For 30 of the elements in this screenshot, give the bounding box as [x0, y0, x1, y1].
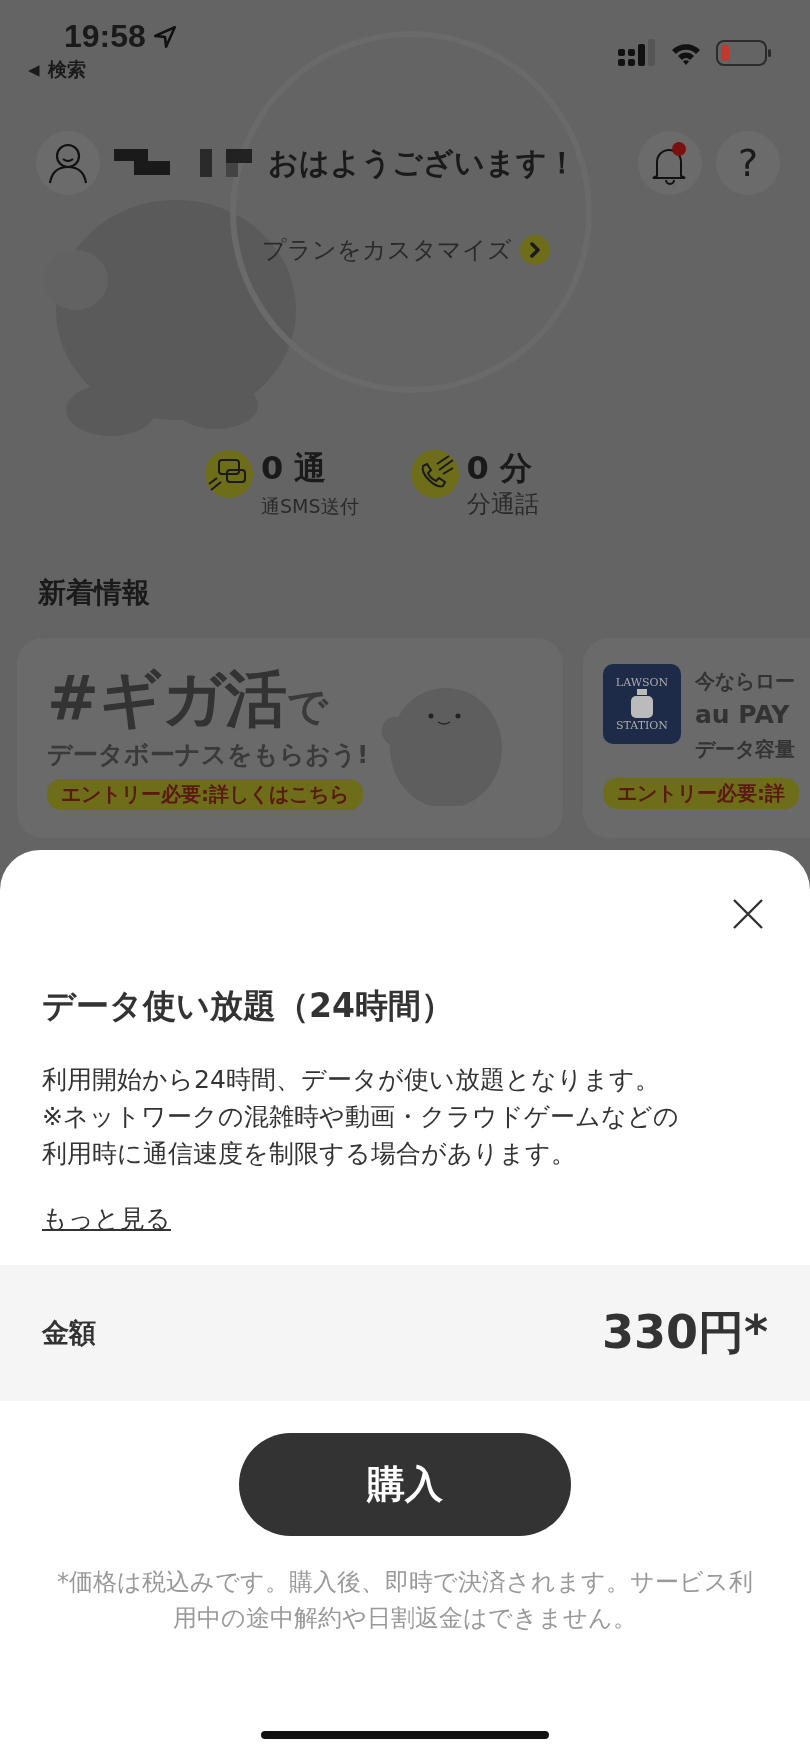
- back-link[interactable]: 検索: [47, 57, 86, 83]
- entry-badge: エントリー必要:詳: [603, 778, 799, 809]
- person-icon: [48, 142, 88, 184]
- stat-value: 0 通: [261, 448, 328, 488]
- back-arrow-glyph[interactable]: ◀: [28, 61, 40, 79]
- location-arrow-icon: [151, 23, 178, 50]
- price-value: 330円*: [601, 1304, 768, 1361]
- status-time: 19:58: [64, 18, 146, 55]
- store-logo: LAWSON STATION: [603, 664, 681, 744]
- section-title: 新着情報: [38, 575, 151, 611]
- battery-low-icon: [716, 40, 772, 66]
- more-link[interactable]: もっと見る: [42, 1202, 171, 1235]
- stat-label: 分通話: [466, 489, 539, 520]
- footnote-text: *価格は税込みです。購入後、即時で決済されます。サービス利用中の途中解約や日割返金はできません。: [56, 1567, 754, 1634]
- entry-badge: エントリー必要:詳しくはこちら: [47, 779, 363, 810]
- stat-label: 通SMS送付: [261, 494, 359, 519]
- signal-icon: [618, 39, 656, 67]
- buy-button[interactable]: 購入: [239, 1433, 571, 1536]
- close-icon[interactable]: [732, 898, 764, 930]
- description-text: 利用開始から24時間、データが使い放題となります。 ※ネットワークの混雑時や動画・クラウドゲームなどの 利用時に通信速度を制限する場合があります。: [42, 1064, 680, 1170]
- customize-plan-link[interactable]: プランをカスタマイズ: [262, 234, 512, 266]
- chevron-right-icon[interactable]: [520, 235, 550, 265]
- wifi-icon: [670, 41, 702, 65]
- greeting-text: おはようございます！: [268, 143, 577, 182]
- stat-value: 0 分: [466, 448, 533, 488]
- help-button[interactable]: ?: [716, 131, 780, 195]
- sheet-title: データ使い放題（24時間）: [42, 985, 455, 1027]
- phone-icon: [408, 448, 461, 500]
- chat-bubbles-icon: [203, 448, 255, 500]
- price-label: 金額: [42, 1316, 96, 1350]
